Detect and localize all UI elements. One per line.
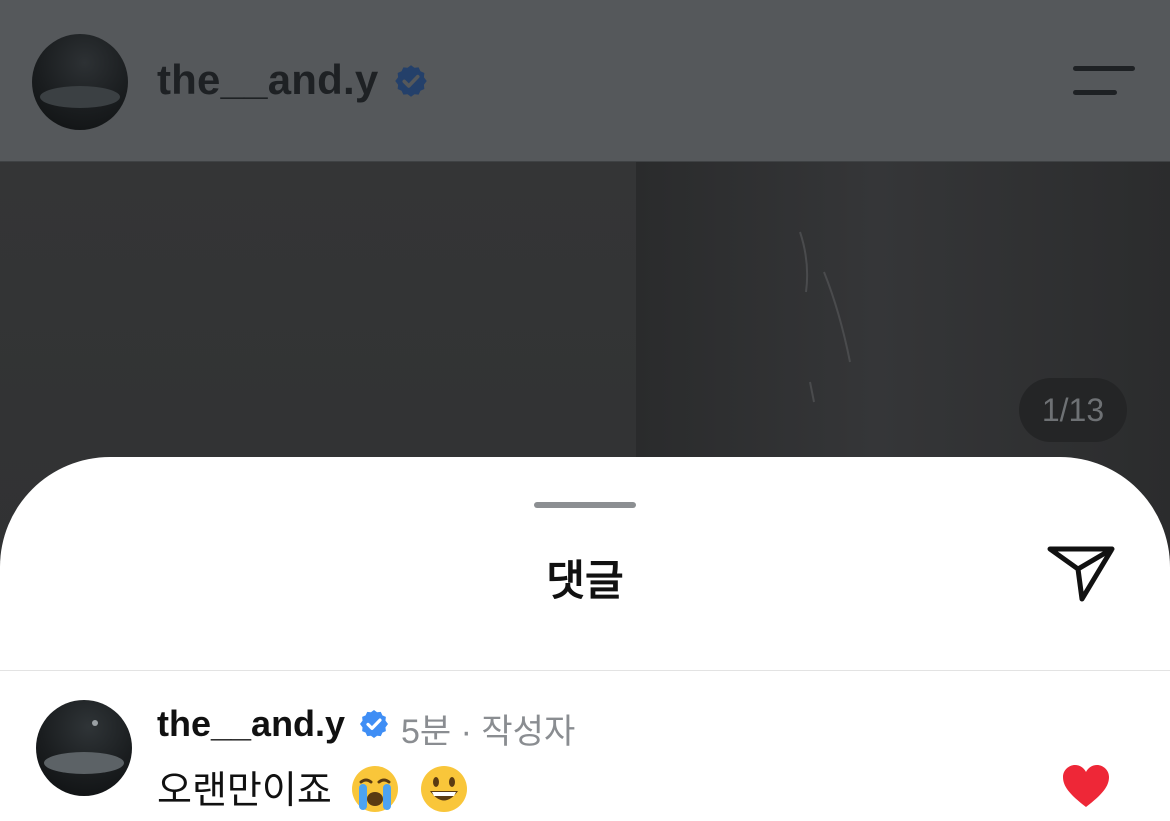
sheet-title: 댓글 [546,557,624,604]
page-counter: 1/13 [1019,378,1127,442]
crying-face-emoji [352,765,399,812]
comment-body: 오랜만이죠 [157,770,332,812]
comment-meta: 5분 · 작성자 [401,713,576,751]
heart-icon[interactable] [1061,763,1111,809]
comment-text: 오랜만이죠 [157,759,469,818]
comment-username[interactable]: the__and.y [157,703,345,745]
menu-icon-bar-bottom [1073,90,1117,95]
header-username[interactable]: the__and.y [157,56,378,104]
profile-avatar[interactable] [32,34,128,130]
menu-icon[interactable] [1073,64,1135,98]
send-icon[interactable] [1046,543,1116,605]
avatar-light-detail [92,720,98,726]
menu-icon-bar-top [1073,66,1135,71]
comment-avatar[interactable] [36,700,132,796]
smiling-face-emoji [420,765,467,812]
profile-header: the__and.y [0,0,1170,162]
screen: the__and.y 1/13 댓글 the__and.y 5분 · 작성자 오… [0,0,1170,821]
verified-badge-icon [358,708,390,740]
verified-badge-icon [393,63,429,99]
comments-sheet: 댓글 the__and.y 5분 · 작성자 오랜만이죠 [0,457,1170,821]
drag-handle[interactable] [534,502,636,508]
comment-item[interactable]: the__and.y 5분 · 작성자 오랜만이죠 [0,671,1170,821]
